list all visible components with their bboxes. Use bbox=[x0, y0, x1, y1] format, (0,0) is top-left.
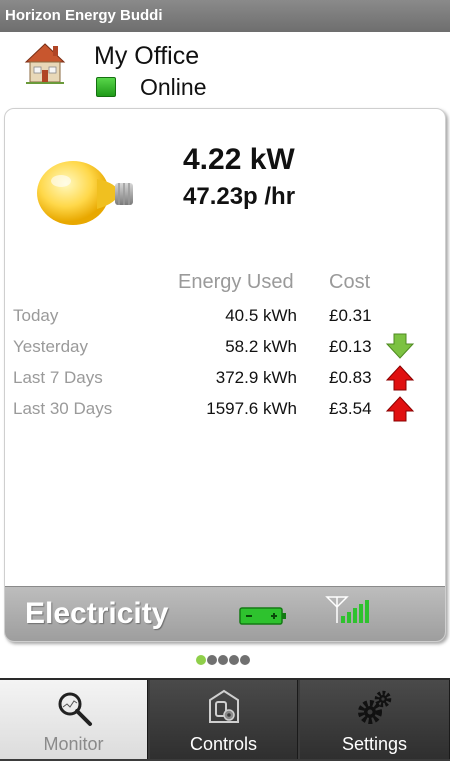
magnifier-icon bbox=[58, 692, 92, 726]
row-energy: 58.2 kWh bbox=[225, 337, 297, 356]
cost-header: Cost bbox=[329, 271, 371, 293]
app-title-bar: Horizon Energy Buddi bbox=[0, 0, 450, 32]
gears-icon bbox=[358, 690, 392, 724]
device-status: Online bbox=[140, 74, 207, 100]
row-label: Last 30 Days bbox=[13, 399, 113, 418]
page-dot[interactable] bbox=[229, 655, 239, 665]
row-cost: £0.13 bbox=[329, 337, 372, 356]
trend-down-arrow-icon bbox=[385, 333, 415, 359]
power-reading: 4.22 kW bbox=[183, 143, 295, 176]
trend-up-arrow-icon bbox=[385, 365, 415, 391]
row-energy: 40.5 kWh bbox=[225, 306, 297, 325]
device-header[interactable]: My Office Online bbox=[0, 32, 450, 104]
battery-icon bbox=[239, 607, 286, 625]
page-dot[interactable] bbox=[240, 655, 250, 665]
row-label: Today bbox=[13, 306, 59, 325]
device-name: My Office bbox=[94, 42, 200, 70]
page-dot[interactable] bbox=[207, 655, 217, 665]
tab-label: Controls bbox=[189, 734, 258, 754]
tab-settings[interactable]: Settings bbox=[300, 680, 450, 759]
row-label: Yesterday bbox=[13, 337, 88, 356]
trend-up-arrow-icon bbox=[385, 396, 415, 422]
row-label: Last 7 Days bbox=[13, 368, 103, 387]
row-cost: £0.31 bbox=[329, 306, 372, 325]
tab-label: Monitor bbox=[43, 734, 104, 754]
bottom-tab-bar: Monitor Controls Settings bbox=[0, 678, 450, 761]
app-title: Horizon Energy Buddi bbox=[5, 7, 163, 24]
cost-rate: 47.23p /hr bbox=[183, 183, 296, 210]
row-energy: 372.9 kWh bbox=[215, 368, 297, 387]
house-icon bbox=[24, 43, 66, 84]
energy-used-header: Energy Used bbox=[178, 271, 294, 293]
card-footer: Electricity bbox=[5, 586, 445, 641]
tab-controls[interactable]: Controls bbox=[150, 680, 298, 759]
page-dot[interactable] bbox=[218, 655, 228, 665]
signal-strength-icon bbox=[325, 596, 369, 623]
status-indicator bbox=[96, 77, 116, 97]
tab-monitor[interactable]: Monitor bbox=[0, 680, 148, 759]
page-indicator[interactable] bbox=[196, 655, 251, 667]
page-dot[interactable] bbox=[196, 655, 206, 665]
lightbulb-icon bbox=[37, 161, 133, 225]
device-settings-icon bbox=[209, 689, 239, 723]
utility-type-label: Electricity bbox=[25, 597, 169, 630]
row-energy: 1597.6 kWh bbox=[206, 399, 297, 418]
tab-label: Settings bbox=[341, 734, 408, 754]
energy-card[interactable]: 4.22 kW 47.23p /hr Energy Used Cost Toda… bbox=[4, 108, 446, 642]
row-cost: £0.83 bbox=[329, 368, 372, 387]
row-cost: £3.54 bbox=[329, 399, 372, 418]
